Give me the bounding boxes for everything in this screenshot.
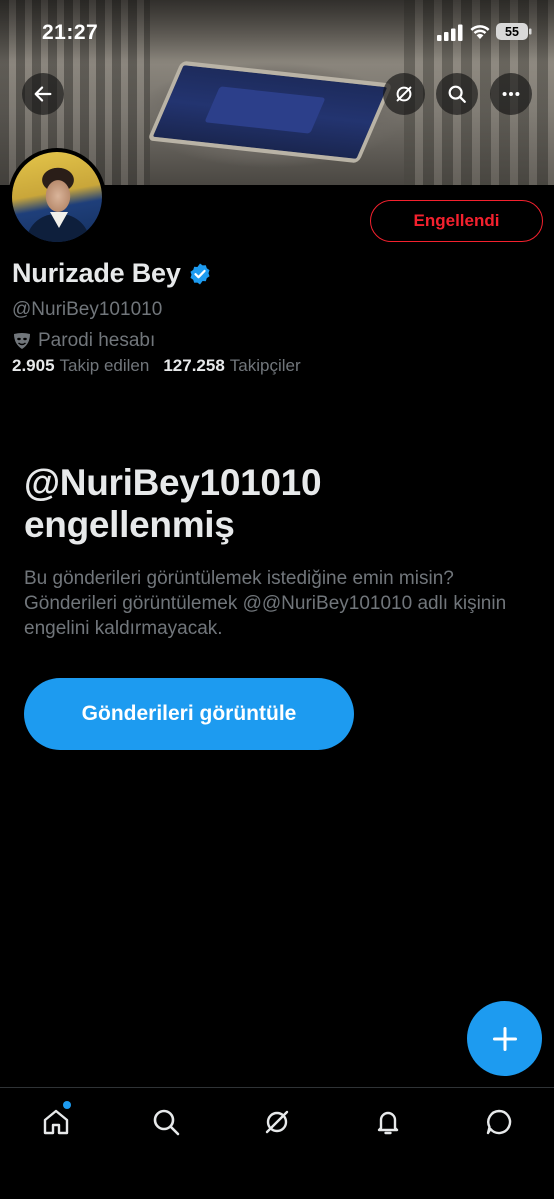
profile-name-row: Nurizade Bey — [12, 258, 212, 289]
wifi-icon — [470, 25, 490, 39]
bottom-nav — [0, 1087, 554, 1199]
followers-link[interactable]: 127.258 Takipçiler — [163, 356, 300, 376]
parody-label: Parodi hesabı — [12, 330, 155, 352]
battery-icon: 55 — [496, 23, 532, 40]
home-icon — [43, 1109, 69, 1135]
status-bar: 21:27 55 — [0, 0, 554, 66]
home-notification-dot — [63, 1101, 71, 1109]
search-button[interactable] — [436, 73, 478, 115]
more-button[interactable] — [490, 73, 532, 115]
messages-icon — [486, 1109, 512, 1135]
plus-icon — [492, 1026, 517, 1051]
avatar-image — [12, 152, 102, 242]
blocked-notice-body: Bu gönderileri görüntülemek istediğine e… — [24, 568, 507, 639]
following-link[interactable]: 2.905 Takip edilen — [12, 356, 149, 376]
followers-count: 127.258 — [163, 356, 225, 375]
nav-messages[interactable] — [481, 1104, 517, 1140]
battery-level: 55 — [505, 25, 519, 39]
grok-icon — [265, 1110, 289, 1134]
compose-button[interactable] — [467, 1001, 542, 1076]
more-horizontal-icon — [502, 91, 520, 97]
profile-handle: @NuriBey101010 — [12, 299, 163, 320]
following-count: 2.905 — [12, 356, 55, 375]
nav-notifications[interactable] — [370, 1104, 406, 1140]
status-time: 21:27 — [42, 21, 99, 44]
nav-grok[interactable] — [259, 1104, 295, 1140]
notifications-icon — [377, 1111, 399, 1135]
verified-badge-icon[interactable] — [188, 262, 212, 286]
view-posts-button[interactable]: Gönderileri görüntüle — [24, 678, 354, 750]
search-icon — [448, 85, 466, 103]
nav-search[interactable] — [148, 1104, 184, 1140]
arrow-left-icon — [34, 86, 52, 102]
blocked-notice-title: @NuriBey101010 engellenmiş — [24, 462, 322, 545]
grok-slash-icon — [396, 86, 412, 102]
follow-stats: 2.905 Takip edilen 127.258 Takipçiler — [12, 356, 315, 376]
followers-label: Takipçiler — [229, 356, 301, 375]
nav-home[interactable] — [38, 1104, 74, 1140]
grok-button[interactable] — [383, 73, 425, 115]
avatar[interactable] — [8, 148, 106, 246]
theater-mask-icon — [14, 333, 30, 349]
following-label: Takip edilen — [59, 356, 150, 375]
profile-name: Nurizade Bey — [12, 258, 181, 288]
cellular-signal-icon — [437, 24, 463, 41]
search-icon — [153, 1109, 180, 1136]
parody-text: Parodi hesabı — [38, 330, 156, 351]
back-button[interactable] — [22, 73, 64, 115]
blocked-button[interactable]: Engellendi — [370, 200, 543, 242]
